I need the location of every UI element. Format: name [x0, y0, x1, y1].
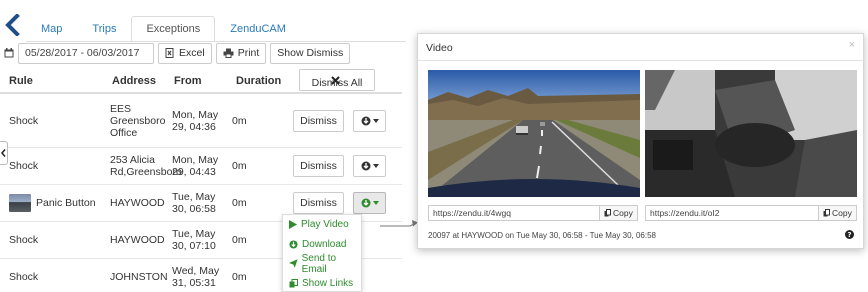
copy-label: Copy — [613, 208, 633, 218]
video-link-input[interactable] — [645, 205, 819, 221]
cell-address: 253 Alicia Rd,Greensboro — [110, 154, 182, 178]
cell-address: JOHNSTON — [110, 271, 168, 283]
cell-address: HAYWOOD — [110, 234, 165, 246]
copy-icon — [823, 209, 830, 217]
excel-button[interactable]: Excel — [158, 42, 212, 64]
menu-item-label: Show Links — [302, 277, 354, 289]
dismiss-all-button[interactable]: Dismiss All — [299, 69, 375, 91]
cell-rule: Shock — [9, 234, 39, 246]
actions-dropdown-button[interactable] — [353, 109, 386, 132]
download-icon — [361, 116, 370, 125]
tab-bar: Map Trips Exceptions ZenduCAM — [26, 16, 301, 42]
tab-trips[interactable]: Trips — [77, 16, 131, 42]
header-duration: Duration — [236, 75, 282, 87]
calendar-icon — [4, 48, 14, 58]
video-caption: 20097 at HAYWOOD on Tue May 30, 06:58 - … — [428, 231, 656, 240]
download-icon — [289, 240, 298, 249]
header-from: From — [174, 75, 202, 87]
menu-item-label: Send to Email — [301, 252, 337, 275]
header-address: Address — [112, 75, 157, 87]
send-icon — [289, 259, 298, 269]
download-icon — [361, 198, 370, 208]
svg-text:?: ? — [847, 231, 851, 239]
toolbar: Excel Print Show Dismiss — [4, 42, 351, 64]
copy-button[interactable]: Copy — [600, 205, 638, 221]
sidebar-toggle-handle[interactable] — [0, 141, 8, 165]
dismiss-button[interactable]: Dismiss — [293, 109, 344, 132]
caret-down-icon — [372, 164, 379, 168]
show-dismiss-button[interactable]: Show Dismiss — [270, 42, 351, 64]
copy-icon — [604, 209, 611, 217]
menu-item-download[interactable]: Download — [283, 235, 361, 255]
cell-duration: 0m — [232, 234, 247, 246]
download-icon — [361, 161, 370, 171]
video-link-input[interactable] — [428, 205, 600, 221]
play-icon — [289, 220, 297, 230]
table-header: Rule Address From Duration Dismiss All — [0, 68, 402, 94]
header-rule: Rule — [9, 75, 33, 87]
help-icon[interactable]: ? — [845, 230, 854, 242]
date-range-input[interactable] — [18, 42, 154, 64]
links-icon — [289, 278, 298, 288]
cell-rule: Panic Button — [36, 197, 96, 209]
cell-duration: 0m — [232, 114, 247, 127]
excel-label: Excel — [179, 47, 205, 59]
cell-rule: Shock — [9, 271, 39, 283]
menu-item-show-links[interactable]: Show Links — [283, 274, 361, 292]
cell-from: Tue, May 30, 07:10 — [172, 228, 216, 252]
table-row: Shock 253 Alicia Rd,Greensboro Mon, May … — [0, 148, 402, 185]
print-label: Print — [237, 47, 260, 59]
cell-address: EES Greensboro Office — [110, 102, 166, 139]
menu-item-play-video[interactable]: Play Video — [283, 215, 361, 235]
cell-duration: 0m — [232, 160, 247, 172]
copy-button[interactable]: Copy — [819, 205, 857, 221]
print-icon — [223, 48, 234, 58]
cell-from: Mon, May 29, 04:43 — [172, 154, 219, 178]
road-camera-video[interactable] — [428, 70, 640, 197]
cell-duration: 0m — [232, 271, 247, 283]
cell-duration: 0m — [232, 197, 247, 209]
copy-label: Copy — [832, 208, 852, 218]
tab-zenducam[interactable]: ZenduCAM — [215, 16, 301, 42]
modal-divider — [418, 60, 863, 61]
modal-title: Video — [426, 42, 453, 54]
cell-from: Wed, May 31, 05:31 — [172, 265, 220, 289]
cell-from: Tue, May 30, 06:58 — [172, 191, 216, 215]
tab-map[interactable]: Map — [26, 16, 77, 42]
cell-rule: Shock — [9, 114, 39, 127]
video-modal: Video × https://zendu.it/4wgq Copy https… — [417, 33, 864, 249]
actions-dropdown-menu: Play Video Download Send to Email Show L… — [282, 214, 362, 292]
menu-item-label: Play Video — [301, 219, 349, 231]
close-icon[interactable]: × — [849, 39, 855, 51]
dismiss-button[interactable]: Dismiss — [293, 155, 344, 177]
connector-arrow — [380, 220, 418, 227]
menu-item-send-to-email[interactable]: Send to Email — [283, 252, 361, 275]
cabin-camera-video[interactable] — [645, 70, 857, 197]
video-thumbnail[interactable] — [9, 194, 31, 212]
caret-down-icon — [372, 118, 379, 123]
excel-icon — [165, 48, 174, 58]
dismiss-all-label: Dismiss All — [311, 77, 363, 89]
cell-from: Mon, May 29, 04:36 — [172, 108, 219, 133]
show-dismiss-label: Show Dismiss — [277, 47, 344, 59]
tab-exceptions[interactable]: Exceptions — [131, 16, 216, 42]
table-row: Shock EES Greensboro Office Mon, May 29,… — [0, 94, 402, 148]
cell-address: HAYWOOD — [110, 197, 165, 209]
menu-item-label: Download — [302, 238, 347, 250]
dismiss-button[interactable]: Dismiss — [293, 192, 344, 214]
caret-down-icon — [372, 201, 379, 205]
chevron-left-icon — [1, 149, 6, 157]
back-chevron-icon[interactable] — [4, 13, 22, 37]
actions-dropdown-button[interactable] — [353, 192, 386, 214]
video-link-row: Copy — [428, 205, 638, 221]
print-button[interactable]: Print — [215, 42, 267, 64]
video-link-row: Copy — [645, 205, 857, 221]
cell-rule: Shock — [9, 160, 39, 172]
actions-dropdown-button[interactable] — [353, 155, 386, 177]
